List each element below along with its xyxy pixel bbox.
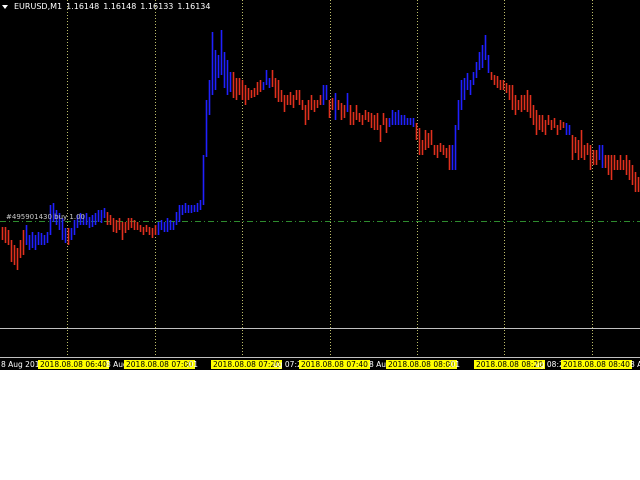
order-label: #495901430 buy 1.00 — [6, 213, 86, 221]
dropdown-triangle-icon[interactable] — [2, 4, 8, 9]
close-price: 1.16134 — [177, 2, 211, 11]
time-label: 8 A — [630, 360, 640, 369]
open-price: 1.16148 — [66, 2, 100, 11]
time-label: :01 — [448, 360, 461, 369]
time-label-highlight: 2018.08.08 07:00 — [124, 360, 195, 369]
symbol-label: EURUSD,M1 — [14, 2, 63, 11]
chart-window[interactable]: EURUSD,M1 1.16148 1.16148 1.16133 1.1613… — [0, 0, 640, 370]
price-chart[interactable] — [0, 0, 640, 358]
high-price: 1.16148 — [103, 2, 137, 11]
bars — [1, 30, 640, 270]
time-label-highlight: 2018.08.08 07:40 — [299, 360, 370, 369]
time-label-highlight: 2018.08.08 07:20 — [211, 360, 282, 369]
time-label-highlight: 2018.08.08 06:40 — [38, 360, 109, 369]
time-label-highlight: 2018.08.08 08:40 — [561, 360, 632, 369]
time-label-highlight: 2018.08.08 08:00 — [386, 360, 457, 369]
low-price: 1.16133 — [140, 2, 174, 11]
chart-header: EURUSD,M1 1.16148 1.16148 1.16133 1.1613… — [2, 2, 210, 11]
time-axis: 8 Aug 2018 2018.08.08 06:40 8 Aug 2018.0… — [0, 358, 640, 370]
time-label: :01 — [186, 360, 199, 369]
empty-area — [0, 370, 640, 480]
grid-lines — [67, 0, 593, 357]
